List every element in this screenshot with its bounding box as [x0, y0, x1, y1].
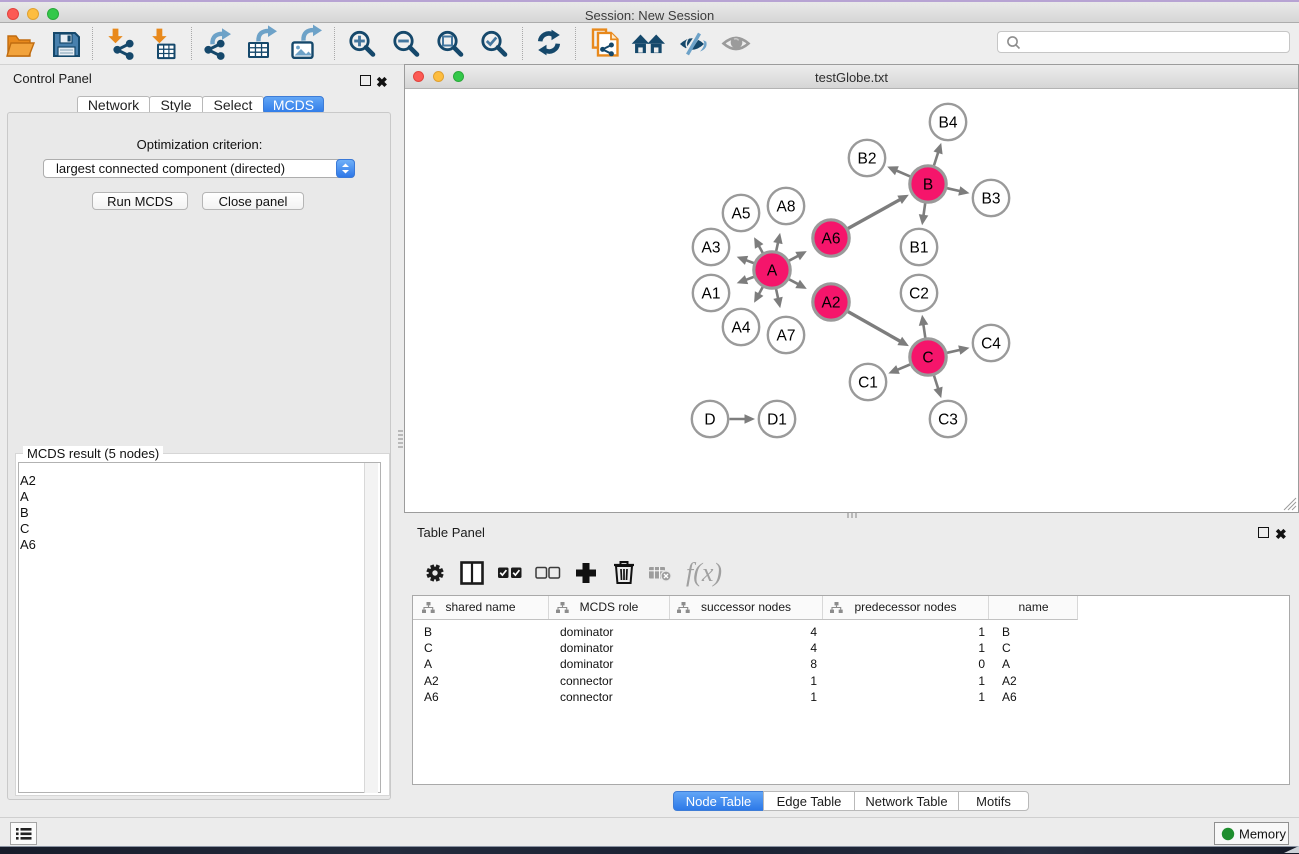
svg-text:B1: B1	[910, 240, 929, 257]
svg-text:B2: B2	[858, 151, 877, 168]
svg-text:B: B	[923, 177, 933, 194]
svg-text:Memory: Memory	[1239, 827, 1286, 842]
svg-text:B4: B4	[939, 115, 958, 132]
svg-text:C2: C2	[909, 286, 929, 303]
svg-text:A: A	[767, 263, 778, 280]
svg-text:A4: A4	[732, 320, 751, 337]
svg-text:C1: C1	[858, 375, 878, 392]
svg-text:C3: C3	[938, 412, 958, 429]
svg-text:A7: A7	[777, 328, 796, 345]
svg-text:A3: A3	[702, 240, 721, 257]
svg-text:A5: A5	[732, 206, 751, 223]
svg-text:A2: A2	[822, 295, 841, 312]
svg-text:A6: A6	[822, 231, 841, 248]
svg-text:D: D	[704, 412, 715, 429]
svg-text:A8: A8	[777, 199, 796, 216]
svg-text:C4: C4	[981, 336, 1001, 353]
svg-text:D1: D1	[767, 412, 787, 429]
svg-text:B3: B3	[982, 191, 1001, 208]
svg-text:A1: A1	[702, 286, 721, 303]
svg-text:C: C	[922, 350, 933, 367]
svg-text:f(x): f(x)	[686, 558, 722, 587]
